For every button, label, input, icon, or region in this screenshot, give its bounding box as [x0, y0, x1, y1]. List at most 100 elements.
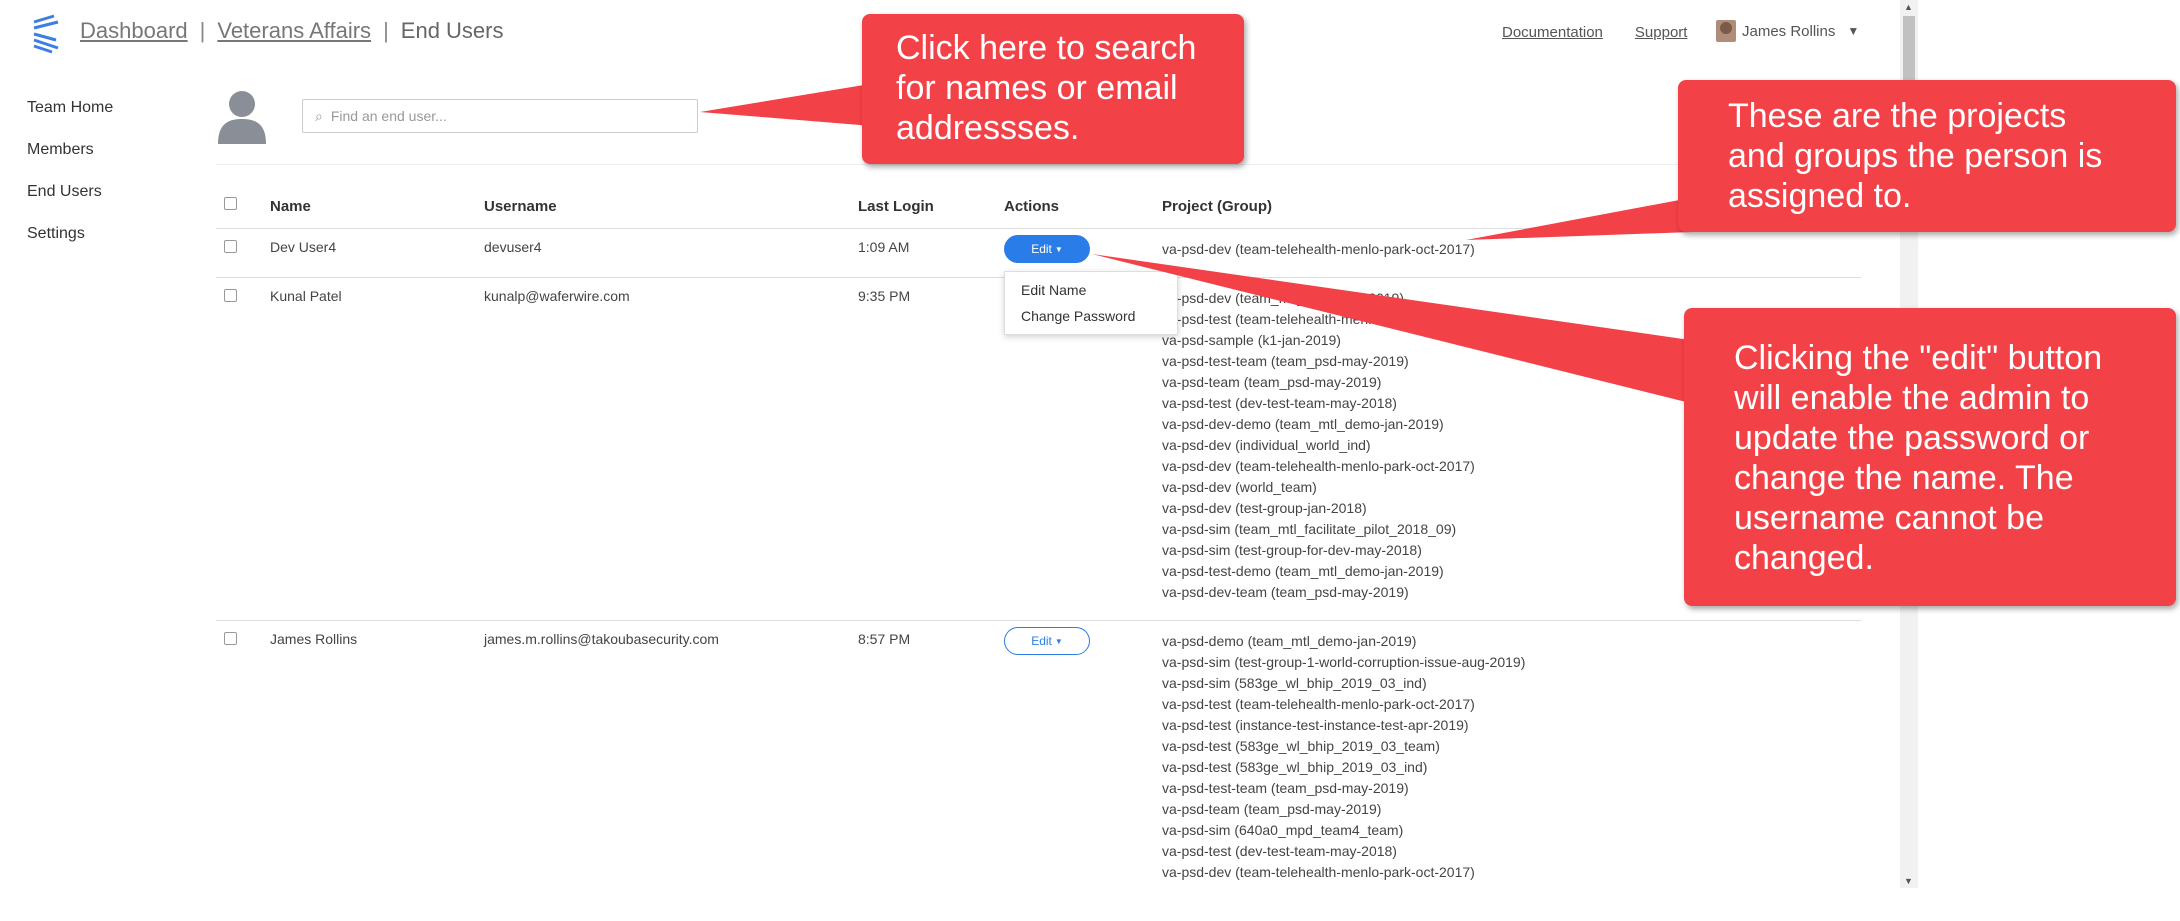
project-entry: va-psd-team (team_psd-may-2019) [1162, 801, 1382, 817]
row-projects: va-psd-dev (team-telehealth-menlo-park-o… [1162, 239, 1475, 260]
row-checkbox[interactable] [224, 289, 237, 302]
project-entry: va-psd-dev (test-group-jan-2018) [1162, 500, 1367, 516]
user-menu[interactable]: James Rollins ▼ [1716, 20, 1859, 42]
top-links: Documentation Support [1502, 24, 1719, 41]
project-entry: va-psd-test (583ge_wl_bhip_2019_03_ind) [1162, 759, 1428, 775]
search-callout-arrow [700, 84, 872, 126]
column-header-last-login[interactable]: Last Login [858, 198, 934, 215]
sidebar-item-settings[interactable]: Settings [27, 222, 113, 264]
select-all-checkbox[interactable] [224, 197, 237, 210]
edit-button[interactable]: Edit ▼ [1004, 627, 1090, 655]
sidebar: Team Home Members End Users Settings [27, 96, 113, 264]
project-entry: va-psd-sim (test-group-1-world-corruptio… [1162, 654, 1526, 670]
menu-item-change-password[interactable]: Change Password [1005, 303, 1177, 329]
project-entry: va-psd-dev (team-telehealth-menlo-park-o… [1162, 241, 1475, 257]
row-name: James Rollins [270, 631, 358, 647]
breadcrumb: Dashboard | Veterans Affairs | End Users [80, 18, 504, 44]
project-entry: va-psd-test-team (team_psd-may-2019) [1162, 353, 1409, 369]
callout-line: and groups the person is [1728, 137, 2103, 175]
edit-dropdown-menu: Edit Name Change Password [1004, 271, 1178, 335]
callout-line: for names or email [896, 69, 1178, 107]
callout-line: will enable the admin to [1734, 379, 2090, 417]
project-entry: va-psd-dev (team-telehealth-menlo-park-o… [1162, 458, 1475, 474]
column-header-name[interactable]: Name [270, 198, 311, 215]
column-header-username[interactable]: Username [484, 198, 557, 215]
project-entry: va-psd-team (team_psd-may-2019) [1162, 374, 1382, 390]
row-username: devuser4 [484, 239, 542, 255]
project-entry: va-psd-demo (team_mtl_demo-jan-2019) [1162, 633, 1417, 649]
callout-line: update the password or [1734, 419, 2090, 457]
avatar [1716, 20, 1736, 42]
column-header-actions: Actions [1004, 198, 1060, 215]
edit-button-label: Edit [1031, 634, 1052, 648]
project-entry: va-psd-dev (individual_world_ind) [1162, 437, 1371, 453]
search-callout: Click here to search for names or email … [862, 14, 1244, 164]
row-projects: va-psd-demo (team_mtl_demo-jan-2019) va-p… [1162, 631, 1525, 883]
callout-line: These are the projects [1728, 97, 2067, 135]
row-checkbox[interactable] [224, 632, 237, 645]
row-checkbox[interactable] [224, 240, 237, 253]
project-entry: va-psd-dev (world_team) [1162, 479, 1317, 495]
project-entry: va-psd-test-demo (team_mtl_demo-jan-2019… [1162, 563, 1444, 579]
callout-line: Click here to search [896, 29, 1197, 67]
table-row: James Rollins james.m.rollins@takoubasec… [216, 621, 1861, 921]
sidebar-item-team-home[interactable]: Team Home [27, 96, 113, 138]
project-entry: va-psd-sample (k1-jan-2019) [1162, 332, 1341, 348]
person-icon [218, 91, 266, 144]
caret-down-icon: ▼ [1054, 244, 1063, 254]
project-entry: va-psd-test (dev-test-team-may-2018) [1162, 395, 1397, 411]
user-name: James Rollins [1742, 22, 1836, 40]
scroll-up-icon[interactable]: ▲ [1904, 2, 1913, 12]
projects-callout: These are the projects and groups the pe… [1678, 80, 2176, 232]
project-entry: va-psd-sim (test-group-for-dev-may-2018) [1162, 542, 1422, 558]
row-username: james.m.rollins@takoubasecurity.com [484, 631, 719, 647]
column-header-project-group[interactable]: Project (Group) [1162, 198, 1272, 215]
sidebar-item-end-users[interactable]: End Users [27, 180, 113, 222]
row-last-login: 1:09 AM [858, 239, 910, 255]
callout-line: username cannot be [1734, 499, 2044, 537]
page-title: End Users [400, 18, 504, 43]
breadcrumb-separator: | [383, 18, 389, 43]
callout-line: changed. [1734, 539, 1874, 577]
caret-down-icon: ▼ [1054, 636, 1063, 646]
row-username: kunalp@waferwire.com [484, 288, 630, 304]
project-entry: va-psd-sim (640a0_mpd_team4_team) [1162, 822, 1404, 838]
project-entry: va-psd-dev-demo (team_mtl_demo-jan-2019) [1162, 416, 1444, 432]
chevron-down-icon: ▼ [1847, 24, 1860, 38]
project-entry: va-psd-dev-team (team_psd-may-2019) [1162, 584, 1409, 600]
search-input[interactable] [328, 107, 673, 125]
project-entry: va-psd-test (instance-test-instance-test… [1162, 717, 1469, 733]
table-header: Name Username Last Login Actions Project… [216, 188, 1861, 229]
scroll-down-icon[interactable]: ▼ [1904, 876, 1913, 886]
menu-item-edit-name[interactable]: Edit Name [1005, 277, 1177, 303]
row-last-login: 9:35 PM [858, 288, 911, 304]
documentation-link[interactable]: Documentation [1502, 24, 1603, 41]
app-logo-icon [33, 14, 59, 54]
divider [216, 164, 1861, 165]
project-entry: va-psd-test (team-telehealth-menlo-park-… [1162, 696, 1475, 712]
project-entry: va-psd-dev (team-telehealth-menlo-park-o… [1162, 864, 1475, 880]
edit-callout: Clicking the "edit" button will enable t… [1684, 308, 2176, 606]
callout-line: change the name. The [1734, 459, 2074, 497]
edit-button-label: Edit [1031, 242, 1052, 256]
project-entry: va-psd-test (team-telehealth-menlo-park-… [1162, 311, 1475, 327]
breadcrumb-separator: | [199, 18, 206, 43]
row-name: Dev User4 [270, 239, 337, 255]
callout-line: assigned to. [1728, 177, 1912, 215]
callout-line: Clicking the "edit" button [1734, 339, 2103, 377]
breadcrumb-dashboard[interactable]: Dashboard [80, 18, 188, 43]
project-entry: va-psd-sim (583ge_wl_bhip_2019_03_ind) [1162, 675, 1427, 691]
sidebar-item-members[interactable]: Members [27, 138, 113, 180]
row-projects: va-psd-dev (team_mtl_demo-jan-2019) va-ps… [1162, 288, 1475, 603]
search-icon: ⌕ [315, 107, 323, 124]
search-box: ⌕ [302, 99, 698, 133]
breadcrumb-veterans-affairs[interactable]: Veterans Affairs [217, 18, 371, 43]
project-entry: va-psd-test (dev-test-team-may-2018) [1162, 843, 1397, 859]
project-entry: va-psd-sim (team_mtl_facilitate_pilot_20… [1162, 521, 1457, 537]
callout-line: addressses. [896, 109, 1080, 147]
project-entry: va-psd-test (583ge_wl_bhip_2019_03_team) [1162, 738, 1440, 754]
project-entry: va-psd-dev (team_mtl_demo-jan-2019) [1162, 290, 1404, 306]
edit-button[interactable]: Edit ▼ [1004, 235, 1090, 263]
support-link[interactable]: Support [1635, 24, 1688, 41]
project-entry: va-psd-test-team (team_psd-may-2019) [1162, 780, 1409, 796]
